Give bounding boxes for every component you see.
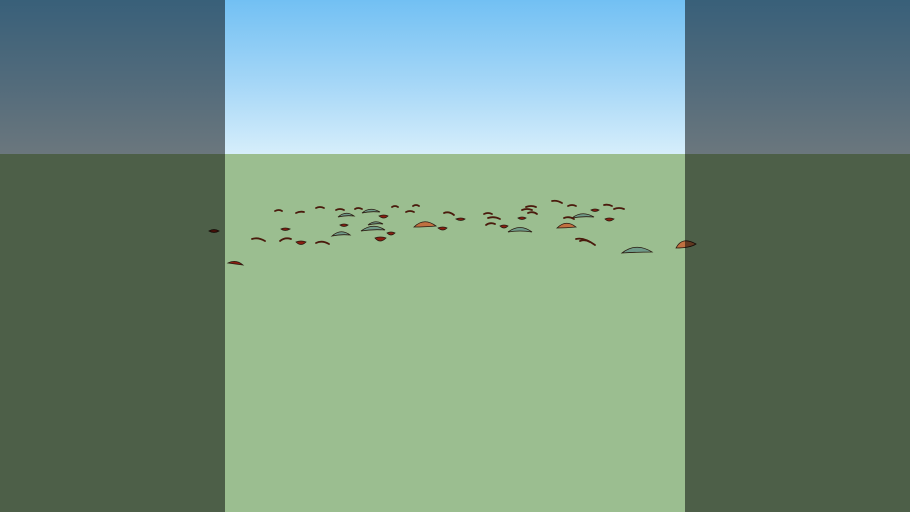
twig — [443, 211, 455, 216]
right-side-shade — [685, 0, 910, 512]
twig — [405, 210, 415, 213]
twig — [567, 204, 577, 207]
twig — [251, 237, 266, 242]
leaf-dark-red — [226, 261, 245, 266]
twig — [579, 239, 591, 243]
leaf-dark-red — [386, 231, 396, 236]
twig — [354, 207, 363, 210]
leaf-dark-red — [339, 223, 349, 227]
twig — [613, 207, 625, 210]
twig — [274, 209, 283, 212]
leaf-dark-red — [374, 236, 387, 242]
leaf-green — [571, 213, 595, 219]
twig — [521, 208, 533, 211]
twig — [412, 204, 420, 207]
sketchup-scene-viewport — [0, 0, 910, 512]
twig — [527, 211, 538, 215]
twig — [487, 216, 501, 220]
twig — [315, 240, 330, 245]
leaf-dark-red — [499, 224, 509, 229]
leaf-green — [360, 225, 386, 232]
twig — [525, 205, 537, 208]
twig — [563, 216, 575, 220]
leaf-green — [337, 212, 356, 218]
left-side-shade — [0, 0, 225, 512]
leaf-dark-red — [280, 227, 291, 231]
leaf-green — [620, 246, 654, 254]
twig — [335, 208, 345, 211]
twig — [485, 222, 496, 226]
leaf-dark-red — [455, 217, 466, 221]
twig — [603, 203, 613, 207]
twig — [551, 199, 563, 204]
leaf-green — [507, 227, 533, 233]
twig — [483, 212, 493, 215]
leaf-dark-red — [604, 217, 615, 222]
leaf-brown — [413, 221, 438, 228]
leaf-green — [361, 208, 381, 214]
leaf-dark-red — [517, 216, 527, 220]
leaf-green — [367, 221, 384, 226]
leaf-dark-red — [437, 226, 448, 231]
leaf-dark-red — [295, 240, 307, 245]
leaf-green — [330, 231, 352, 237]
twig — [295, 210, 305, 214]
leaf-brown — [556, 222, 578, 229]
leaf-dark-red — [378, 214, 389, 219]
twig — [279, 237, 292, 242]
twig — [315, 206, 325, 209]
twig — [391, 205, 399, 208]
leaf-dark-red — [590, 208, 600, 212]
